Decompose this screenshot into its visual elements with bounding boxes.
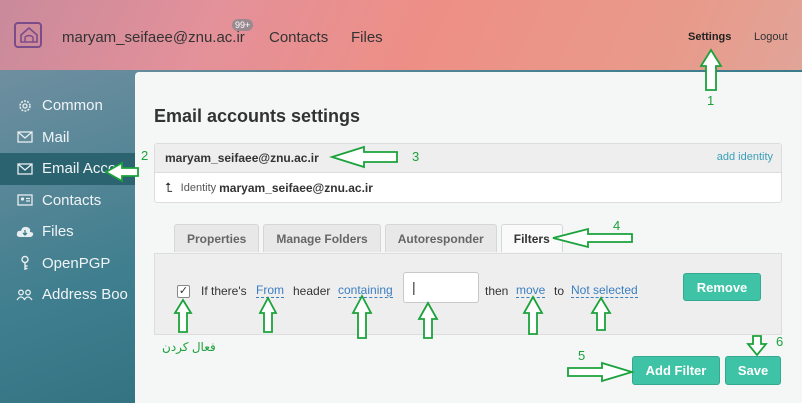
annotation-number-1: 1 — [707, 93, 715, 108]
annotation-arrows — [104, 48, 768, 383]
annotation-number-3: 3 — [412, 149, 420, 164]
annotation-number-6: 6 — [776, 334, 784, 349]
annotation-enable-label: فعال کردن — [162, 340, 216, 354]
annotation-number-4: 4 — [613, 218, 621, 233]
annotation-number-5: 5 — [578, 348, 586, 363]
annotation-number-2: 2 — [141, 148, 149, 163]
